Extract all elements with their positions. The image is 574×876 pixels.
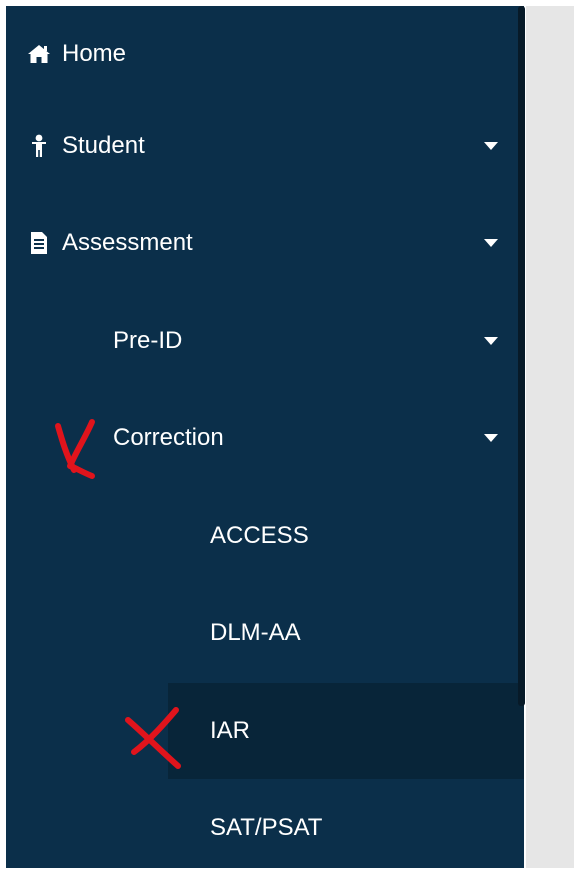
sidebar-item-label: Student <box>62 132 145 159</box>
sidebar-item-label: Home <box>62 40 127 67</box>
document-icon <box>26 230 52 256</box>
scrollbar-thumb[interactable] <box>518 6 525 706</box>
chevron-down-icon[interactable] <box>484 142 498 150</box>
sidebar-item-dlm-aa[interactable]: DLM-AA <box>6 585 524 681</box>
sidebar-item-access[interactable]: ACCESS <box>6 488 524 584</box>
sidebar-item-sat-psat[interactable]: SAT/PSAT <box>6 780 524 876</box>
sidebar-item-label: IAR <box>210 717 251 744</box>
sidebar-item-pre-id[interactable]: Pre-ID <box>6 293 524 389</box>
sidebar-item-iar[interactable]: IAR <box>168 683 524 779</box>
chevron-down-icon[interactable] <box>484 337 498 345</box>
chevron-down-icon[interactable] <box>484 434 498 442</box>
sidebar-item-label: Pre-ID <box>113 327 183 354</box>
red-x-annotation-icon <box>55 419 95 479</box>
sidebar-item-home[interactable]: Home <box>6 6 524 102</box>
red-x-annotation-icon <box>125 707 181 769</box>
sidebar-item-student[interactable]: Student <box>6 98 524 194</box>
sidebar-item-label: DLM-AA <box>210 619 301 646</box>
person-icon <box>26 133 52 159</box>
sidebar-item-label: ACCESS <box>210 522 309 549</box>
main-content-area <box>526 6 574 868</box>
home-icon <box>26 41 52 67</box>
sidebar-scrollbar[interactable] <box>516 6 526 706</box>
sidebar-item-assessment[interactable]: Assessment <box>6 195 524 291</box>
sidebar-item-label: Assessment <box>62 229 193 256</box>
sidebar-item-label: SAT/PSAT <box>210 814 323 841</box>
sidebar-item-label: Correction <box>113 424 224 451</box>
chevron-down-icon[interactable] <box>484 239 498 247</box>
screenshot-frame: Home Student Assessment Pre-ID Correctio… <box>0 0 574 870</box>
